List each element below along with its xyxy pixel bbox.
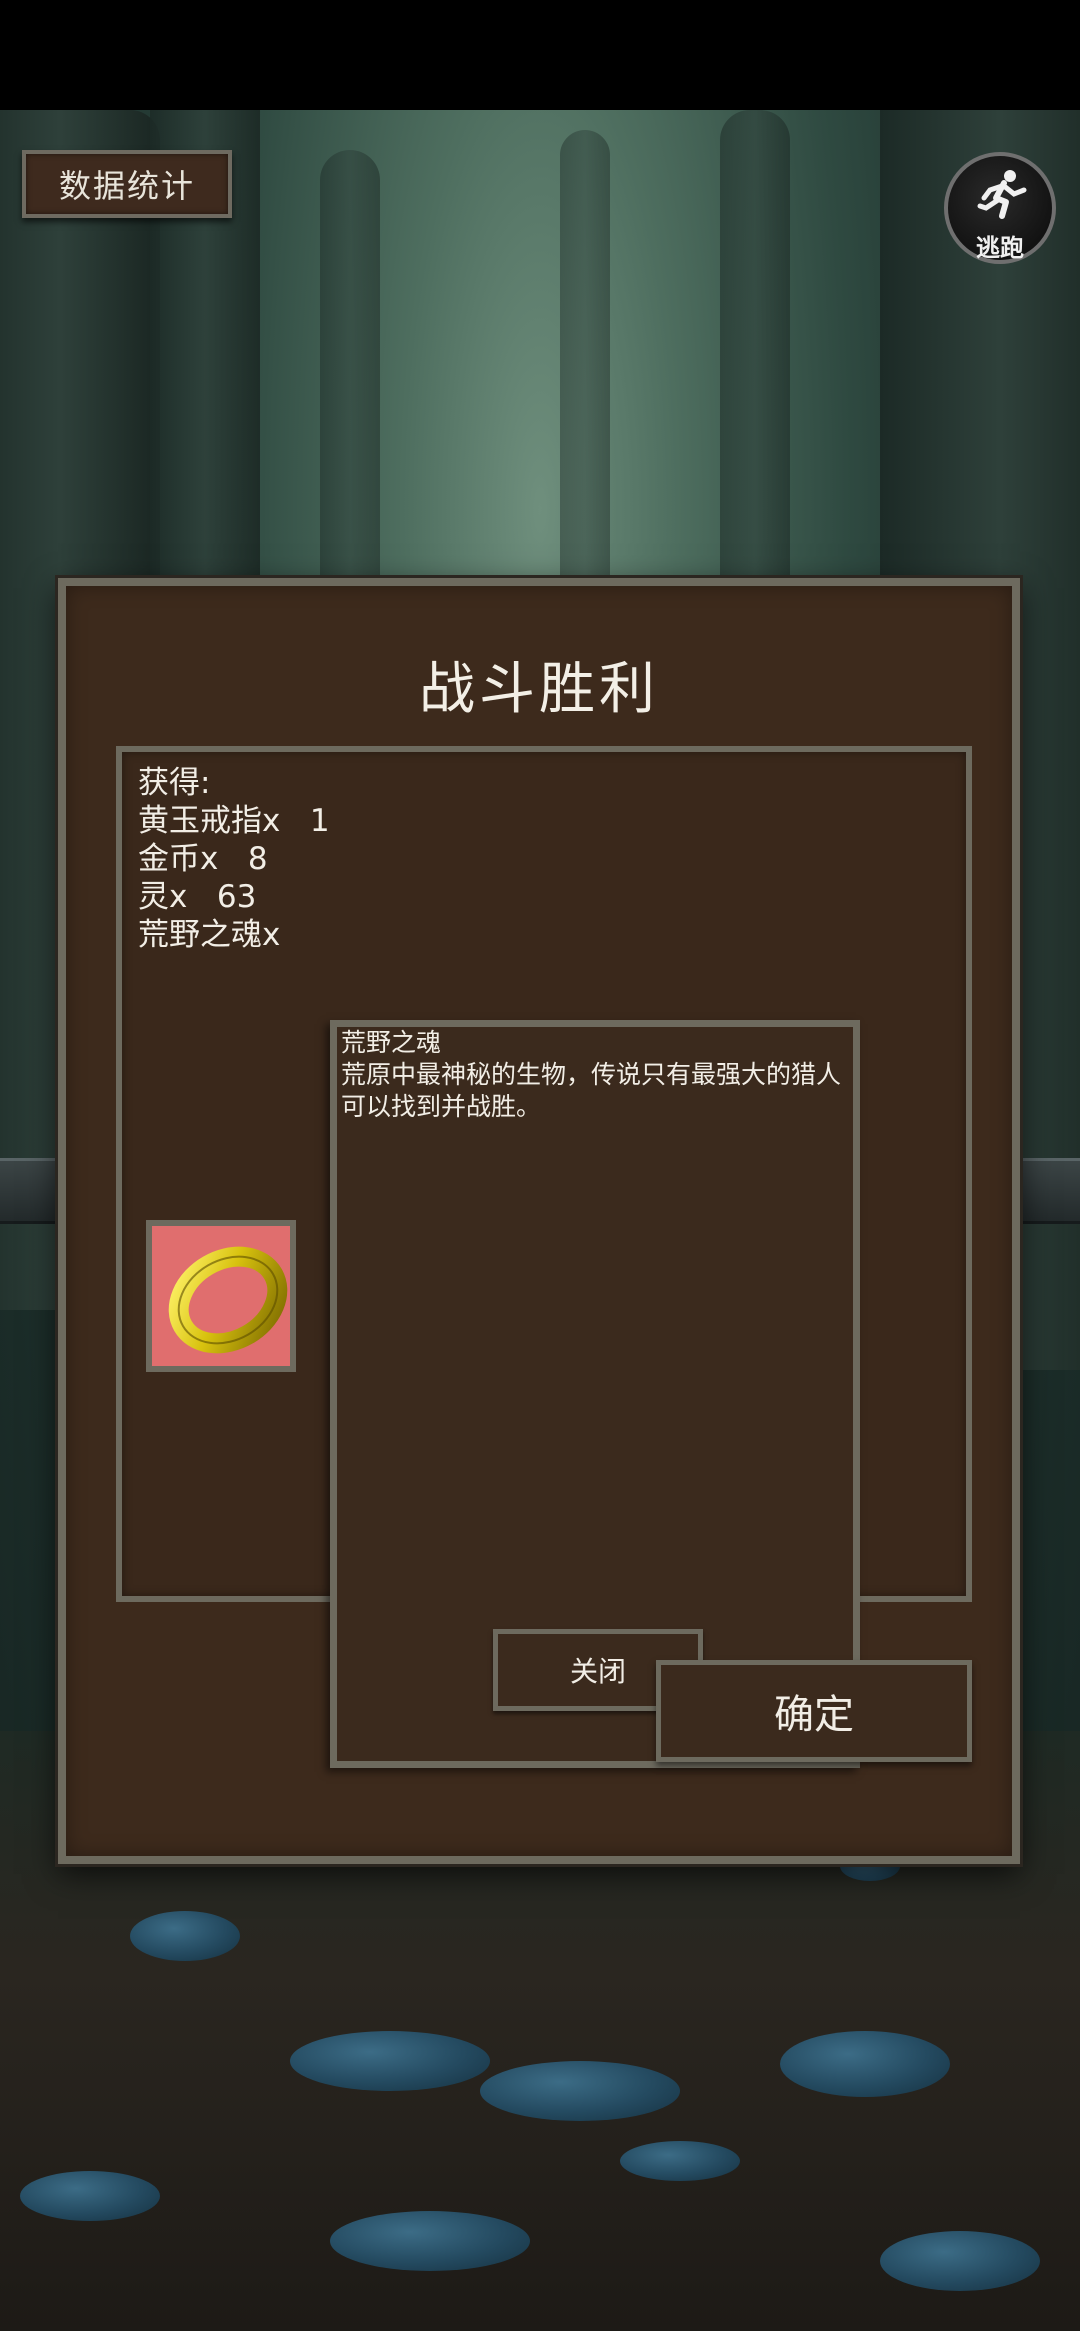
gold-ring-icon — [168, 1246, 288, 1354]
loot-header: 获得: — [138, 765, 211, 801]
escape-button[interactable]: 逃跑 — [944, 152, 1056, 264]
confirm-button[interactable]: 确定 — [656, 1660, 972, 1762]
detail-item-name: 荒野之魂 — [341, 1028, 442, 1057]
loot-item: 金币x 8 — [138, 841, 268, 877]
loot-panel: 获得: 黄玉戒指x 1 金币x 8 灵x 63 荒野之魂x 荒野之魂 荒原中最神… — [116, 746, 972, 1768]
loot-list: 获得: 黄玉戒指x 1 金币x 8 灵x 63 荒野之魂x — [138, 764, 330, 954]
loot-item: 灵x 63 — [138, 879, 257, 915]
victory-dialog: 战斗胜利 获得: 黄玉戒指x 1 金币x 8 灵x 63 荒野之魂x 荒野之魂 … — [58, 578, 1020, 1864]
game-screen: 数据统计 逃跑 战斗胜利 获得: 黄玉戒指x 1 金币x 8 灵x 63 荒野之魂x — [0, 0, 1080, 2331]
item-slot[interactable] — [146, 1220, 296, 1372]
stats-button[interactable]: 数据统计 — [22, 150, 232, 218]
running-man-icon — [977, 170, 1027, 219]
loot-item: 荒野之魂x — [138, 917, 281, 953]
detail-description: 荒原中最神秘的生物，传说只有最强大的猎人可以找到并战胜。 — [341, 1060, 842, 1121]
dialog-title: 战斗胜利 — [419, 657, 659, 722]
loot-item: 黄玉戒指x 1 — [138, 803, 330, 839]
item-detail-popup: 荒野之魂 荒原中最神秘的生物，传说只有最强大的猎人可以找到并战胜。 关闭 — [330, 1020, 860, 1768]
escape-label: 逃跑 — [976, 233, 1024, 262]
